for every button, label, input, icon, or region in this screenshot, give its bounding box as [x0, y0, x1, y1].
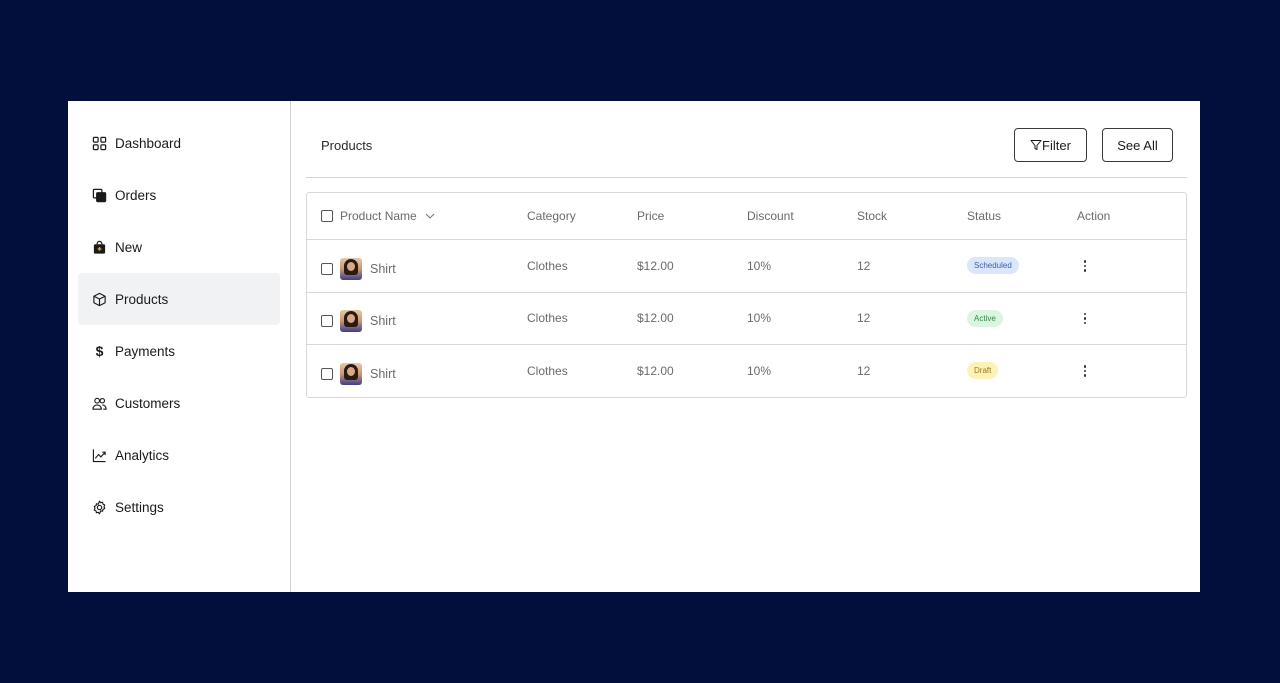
discount-cell: 10%: [747, 363, 772, 378]
more-options-icon[interactable]: [1079, 363, 1091, 379]
grid-icon: [92, 136, 107, 151]
price-cell: $12.00: [637, 363, 674, 378]
sidebar-item-label: New: [115, 239, 143, 255]
product-name: Shirt: [370, 261, 396, 276]
table-row[interactable]: Shirt Clothes $12.00 10% 12 Draft: [307, 344, 1186, 397]
sidebar-item-label: Products: [115, 291, 169, 307]
sidebar-item-customers[interactable]: Customers: [78, 377, 280, 429]
row-checkbox[interactable]: [321, 262, 333, 275]
sidebar-item-label: Payments: [115, 343, 176, 359]
filter-button[interactable]: Filter: [1014, 128, 1087, 162]
status-cell: Active: [967, 309, 1077, 327]
sidebar-item-new[interactable]: New: [78, 221, 280, 273]
product-name: Shirt: [370, 366, 396, 381]
see-all-button[interactable]: See All: [1102, 128, 1173, 162]
app-window: Dashboard Orders New Products $ Payments: [68, 101, 1200, 592]
status-badge: Draft: [967, 362, 999, 380]
sidebar-item-label: Customers: [115, 395, 181, 411]
status-badge: Scheduled: [967, 257, 1019, 275]
products-table: Product Name Category Price Discount Sto…: [306, 192, 1187, 398]
page-header: Products Filter See All: [306, 101, 1187, 178]
sidebar-item-label: Analytics: [115, 447, 170, 463]
category-cell: Clothes: [527, 258, 568, 273]
action-cell: [1077, 310, 1177, 326]
discount-cell: 10%: [747, 311, 772, 326]
action-cell: [1077, 363, 1177, 379]
sidebar-item-label: Settings: [115, 499, 164, 515]
price-cell: $12.00: [637, 258, 674, 273]
product-thumbnail: [340, 362, 362, 385]
stock-cell: 12: [857, 311, 871, 326]
shopping-bag-icon: [92, 240, 107, 255]
status-cell: Draft: [967, 362, 1077, 380]
filter-icon: [1030, 139, 1042, 151]
category-cell: Clothes: [527, 311, 568, 326]
product-thumbnail: [340, 310, 362, 333]
column-header-label: Product Name: [340, 209, 417, 223]
sidebar-item-products[interactable]: Products: [78, 273, 280, 325]
column-header-stock: Stock: [857, 209, 888, 223]
column-header-price: Price: [637, 209, 665, 223]
table-header-row: Product Name Category Price Discount Sto…: [307, 193, 1186, 239]
row-checkbox[interactable]: [321, 367, 333, 380]
product-name-cell: Shirt: [307, 357, 527, 385]
table-row[interactable]: Shirt Clothes $12.00 10% 12 Active: [307, 291, 1186, 345]
column-header-product-name[interactable]: Product Name: [307, 209, 527, 223]
product-thumbnail: [340, 257, 362, 280]
column-header-category: Category: [527, 209, 576, 223]
sidebar-item-label: Orders: [115, 187, 157, 203]
product-name-cell: Shirt: [307, 252, 527, 280]
sidebar-item-analytics[interactable]: Analytics: [78, 429, 280, 481]
discount-cell: 10%: [747, 258, 772, 273]
table-row[interactable]: Shirt Clothes $12.00 10% 12 Scheduled: [307, 239, 1186, 292]
status-cell: Scheduled: [967, 257, 1077, 275]
column-header-action: Action: [1077, 209, 1111, 223]
users-icon: [92, 396, 107, 411]
action-cell: [1077, 258, 1177, 274]
column-header-status: Status: [967, 209, 1002, 223]
more-options-icon[interactable]: [1079, 258, 1091, 274]
price-cell: $12.00: [637, 311, 674, 326]
orders-icon: [92, 188, 107, 203]
filter-button-label: Filter: [1042, 137, 1071, 153]
sidebar-item-dashboard[interactable]: Dashboard: [78, 117, 280, 169]
box-icon: [92, 292, 107, 307]
main-content: Products Filter See All Product Name Cat…: [291, 101, 1200, 592]
stock-cell: 12: [857, 363, 871, 378]
product-name-cell: Shirt: [307, 304, 527, 333]
gear-icon: [92, 500, 107, 515]
column-header-discount: Discount: [747, 209, 794, 223]
sidebar-item-orders[interactable]: Orders: [78, 169, 280, 221]
stock-cell: 12: [857, 258, 871, 273]
more-options-icon[interactable]: [1079, 310, 1091, 326]
product-name: Shirt: [370, 314, 396, 329]
chart-line-icon: [92, 448, 107, 463]
chevron-down-icon[interactable]: [425, 211, 435, 221]
category-cell: Clothes: [527, 363, 568, 378]
row-checkbox[interactable]: [321, 315, 333, 328]
status-badge: Active: [967, 309, 1003, 327]
sidebar: Dashboard Orders New Products $ Payments: [68, 101, 291, 592]
sidebar-item-label: Dashboard: [115, 135, 182, 151]
header-actions: Filter See All: [1014, 128, 1173, 162]
sidebar-item-settings[interactable]: Settings: [78, 481, 280, 533]
sidebar-item-payments[interactable]: $ Payments: [78, 325, 280, 377]
dollar-icon: $: [95, 343, 104, 359]
page-title: Products: [321, 137, 373, 153]
select-all-checkbox[interactable]: [321, 210, 333, 222]
